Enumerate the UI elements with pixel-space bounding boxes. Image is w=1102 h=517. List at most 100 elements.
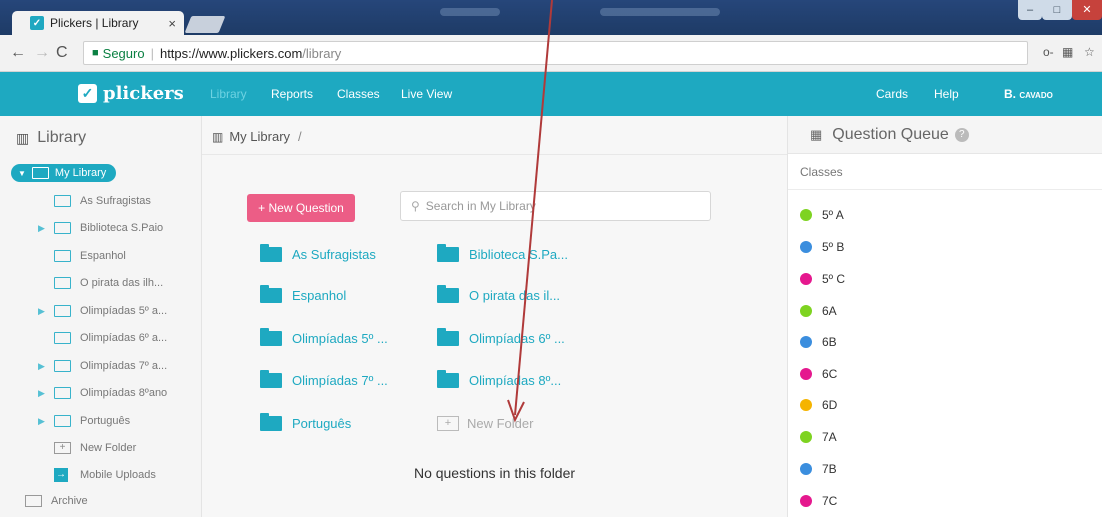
- forward-arrow-icon[interactable]: →: [34, 44, 50, 62]
- class-item[interactable]: 5º A: [800, 207, 844, 223]
- folder-tile-label: Olimpíadas 8º...: [469, 372, 562, 388]
- class-item[interactable]: 6B: [800, 334, 837, 350]
- class-item[interactable]: 6C: [800, 366, 837, 382]
- folder-icon: [54, 360, 71, 372]
- browser-tab[interactable]: ✓ Plickers | Library ×: [12, 11, 184, 35]
- library-sidebar: ▥ Library ▼ My Library As Sufragistas ▶ …: [0, 116, 202, 517]
- class-color-dot-icon: [800, 241, 812, 253]
- reload-icon[interactable]: C: [56, 44, 68, 62]
- nav-help[interactable]: Help: [934, 87, 959, 101]
- class-color-dot-icon: [800, 209, 812, 221]
- logo-text: plickers: [103, 83, 184, 104]
- class-color-dot-icon: [800, 463, 812, 475]
- address-bar[interactable]: ■ Seguro | https://www.plickers.com /lib…: [83, 41, 1028, 65]
- folder-icon: [54, 277, 71, 289]
- nav-classes[interactable]: Classes: [337, 87, 380, 101]
- folder-icon: [260, 327, 282, 346]
- folder-tile[interactable]: O pirata das il...: [437, 284, 560, 306]
- class-item[interactable]: 6D: [800, 397, 837, 413]
- folder-icon: [31, 167, 49, 179]
- folder-icon: [437, 284, 459, 303]
- folder-tile[interactable]: Olimpíadas 6º ...: [437, 327, 565, 349]
- sidebar-header: ▥ Library: [16, 129, 86, 147]
- folder-tile[interactable]: Biblioteca S.Pa...: [437, 243, 568, 265]
- class-item[interactable]: 7B: [800, 461, 837, 477]
- browser-tab-strip: ✓ Plickers | Library × – □ ✕: [0, 0, 1102, 35]
- url-path: /library: [302, 45, 342, 61]
- sidebar-root-label: My Library: [54, 167, 107, 179]
- nav-reports[interactable]: Reports: [271, 87, 313, 101]
- tabstrip-decoration: [600, 8, 720, 16]
- class-name: 7B: [822, 462, 837, 476]
- new-tab-button[interactable]: [184, 16, 226, 33]
- folder-icon: [54, 415, 71, 427]
- new-question-button[interactable]: + New Question: [247, 194, 355, 222]
- folder-icon: [54, 305, 71, 317]
- plickers-logo[interactable]: ✓ plickers: [78, 83, 184, 104]
- sidebar-folder-label: Olimpíadas 6º a...: [80, 332, 168, 344]
- class-item[interactable]: 6A: [800, 303, 837, 319]
- nav-library[interactable]: Library: [210, 87, 247, 101]
- app-header: ✓ plickers Library Reports Classes Live …: [0, 72, 1102, 116]
- sidebar-title: Library: [37, 129, 87, 146]
- class-item[interactable]: 7A: [800, 429, 837, 445]
- plickers-favicon-icon: ✓: [30, 16, 44, 30]
- folder-tile[interactable]: Olimpíadas 8º...: [437, 369, 561, 391]
- sidebar-folder-label: Biblioteca S.Paio: [80, 222, 164, 234]
- bookmark-star-icon[interactable]: ☆: [1084, 45, 1095, 59]
- class-color-dot-icon: [800, 336, 812, 348]
- secure-label: Seguro: [102, 45, 145, 61]
- class-color-dot-icon: [800, 368, 812, 380]
- folder-tile[interactable]: Olimpíadas 5º ...: [260, 327, 388, 349]
- class-name: 5º B: [822, 240, 845, 254]
- new-folder-tile[interactable]: + New Folder: [437, 412, 533, 434]
- expand-caret-icon[interactable]: ▶: [38, 306, 45, 317]
- window-maximize-button[interactable]: □: [1042, 0, 1072, 20]
- browser-toolbar: ← → C ■ Seguro | https://www.plickers.co…: [0, 35, 1102, 72]
- expand-caret-icon[interactable]: ▶: [38, 388, 45, 399]
- window-minimize-button[interactable]: –: [1018, 0, 1042, 20]
- sidebar-item-my-library[interactable]: ▼ My Library: [11, 164, 117, 182]
- sidebar-archive-label: Archive: [51, 495, 88, 507]
- library-search-input[interactable]: ⚲ Search in My Library: [400, 191, 711, 221]
- key-icon[interactable]: o-: [1043, 45, 1054, 59]
- folder-tile-label: Olimpíadas 7º ...: [292, 372, 388, 388]
- user-menu[interactable]: B. cavado: [1004, 87, 1053, 101]
- expand-caret-icon[interactable]: ▶: [38, 361, 45, 372]
- new-folder-icon: +: [54, 442, 71, 454]
- search-icon: ⚲: [411, 199, 420, 213]
- tab-close-icon[interactable]: ×: [168, 16, 176, 31]
- folder-icon: [54, 332, 71, 344]
- breadcrumb-my-library[interactable]: My Library: [229, 129, 290, 144]
- caret-down-icon[interactable]: ▼: [18, 169, 26, 178]
- folder-tile-label: O pirata das il...: [469, 287, 561, 303]
- class-name: 5º C: [822, 272, 846, 286]
- class-color-dot-icon: [800, 273, 812, 285]
- window-close-button[interactable]: ✕: [1072, 0, 1102, 20]
- folder-tile[interactable]: Português: [260, 412, 351, 434]
- sidebar-mobile-uploads-label: Mobile Uploads: [80, 469, 156, 481]
- back-arrow-icon[interactable]: ←: [10, 44, 26, 62]
- folder-tile[interactable]: Espanhol: [260, 284, 346, 306]
- nav-cards[interactable]: Cards: [876, 87, 908, 101]
- class-item[interactable]: 7C: [800, 493, 837, 509]
- help-icon[interactable]: ?: [954, 127, 969, 142]
- folder-tile-label: Olimpíadas 5º ...: [292, 330, 388, 346]
- breadcrumb-separator: /: [298, 129, 302, 144]
- sidebar-folder-label: Olimpíadas 5º a...: [80, 305, 168, 317]
- expand-caret-icon[interactable]: ▶: [38, 223, 45, 234]
- folder-icon: [260, 284, 282, 303]
- folder-icon: [54, 195, 71, 207]
- class-item[interactable]: 5º C: [800, 271, 845, 287]
- class-color-dot-icon: [800, 399, 812, 411]
- folder-tile[interactable]: As Sufragistas: [260, 243, 376, 265]
- folder-tile[interactable]: Olimpíadas 7º ...: [260, 369, 388, 391]
- translate-icon[interactable]: ▦: [1062, 45, 1073, 59]
- tab-title: Plickers | Library: [50, 16, 139, 30]
- folder-tile-label: Espanhol: [292, 287, 347, 303]
- class-name: 6C: [822, 367, 838, 381]
- tabstrip-decoration: [440, 8, 500, 16]
- class-item[interactable]: 5º B: [800, 239, 844, 255]
- nav-live-view[interactable]: Live View: [401, 87, 452, 101]
- expand-caret-icon[interactable]: ▶: [38, 416, 45, 427]
